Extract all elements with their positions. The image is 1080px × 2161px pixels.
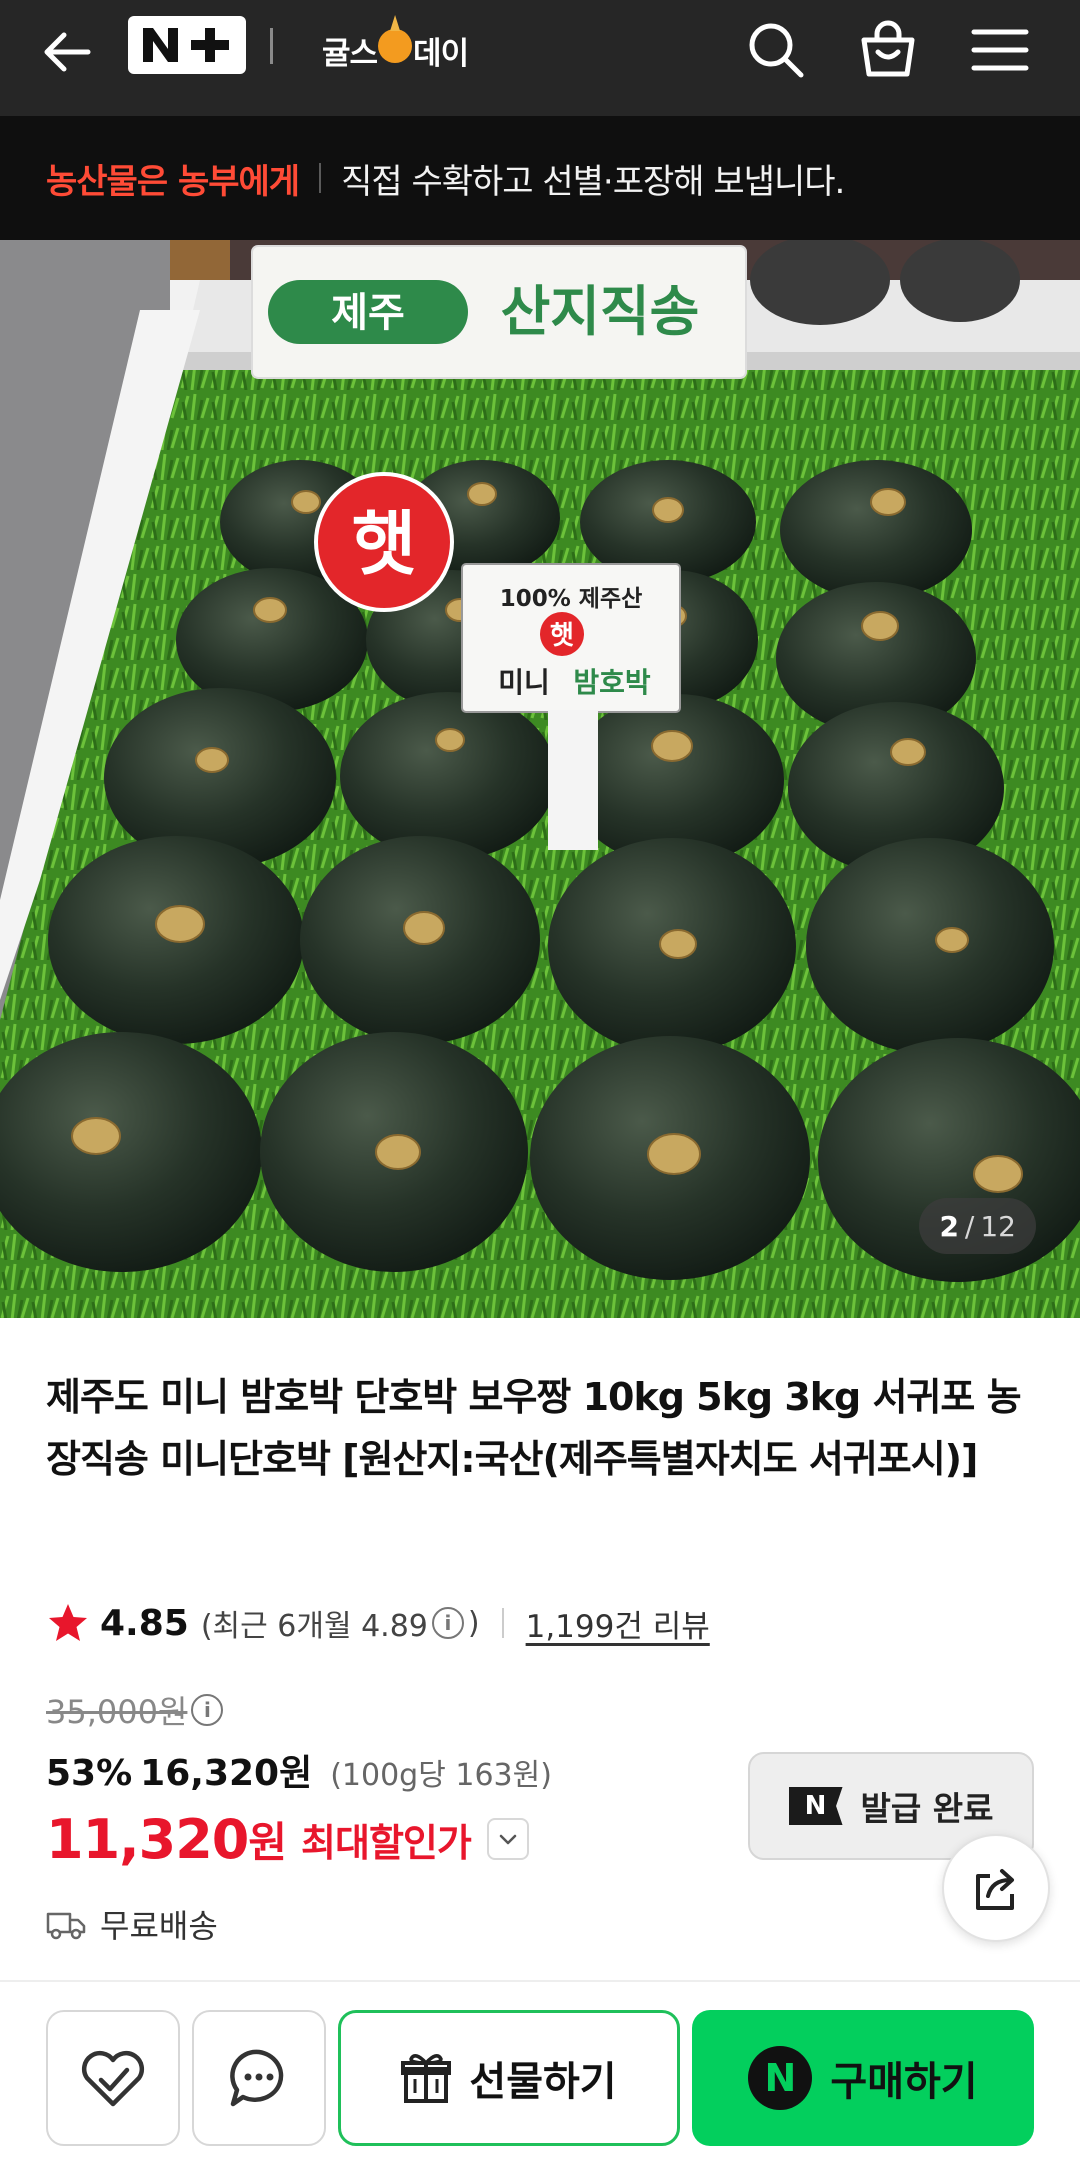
review-count-link[interactable]: 1,199건 리뷰 xyxy=(526,1601,710,1646)
bottom-bar-divider xyxy=(0,1980,1080,1982)
small-sign-badge: 햇 xyxy=(550,621,574,651)
pager-total: 12 xyxy=(980,1209,1016,1243)
talktalk-button[interactable] xyxy=(192,2010,326,2146)
original-price-row: 35,000원 i xyxy=(46,1686,227,1734)
buy-button[interactable]: N 구매하기 xyxy=(692,2010,1034,2146)
gift-button[interactable]: 선물하기 xyxy=(338,2010,680,2146)
back-button[interactable] xyxy=(38,22,98,82)
menu-button[interactable] xyxy=(964,14,1036,86)
rating-recent: (최근 6개월 4.89 xyxy=(200,1609,428,1644)
header-divider xyxy=(270,28,273,64)
final-price-row: 11,320 원 최대할인가 xyxy=(46,1806,529,1872)
rating-row: 4.85 (최근 6개월 4.89 i ) 1,199건 리뷰 xyxy=(46,1596,710,1650)
hamburger-menu-icon xyxy=(971,29,1029,71)
discount-percent: 53% xyxy=(46,1753,133,1794)
rating-score: 4.85 xyxy=(100,1602,189,1644)
search-icon xyxy=(749,23,804,78)
max-discount-label: 최대할인가 xyxy=(301,1820,472,1865)
final-price: 11,320 xyxy=(46,1807,249,1871)
naver-coupon-icon: N xyxy=(788,1787,843,1825)
tangerine-icon xyxy=(378,29,413,63)
small-sign-line2a: 미니 xyxy=(498,666,550,699)
product-image-carousel[interactable]: 제주 산지직송 햇 100% 제주산 햇 미니 밤호박 2 / 12 xyxy=(0,240,1080,1318)
shipping-text: 무료배송 xyxy=(100,1907,218,1945)
share-icon xyxy=(976,1869,1014,1910)
buy-label: 구매하기 xyxy=(830,2059,978,2105)
sign-main-left: 제주 xyxy=(331,290,405,336)
coupon-label: 발급 완료 xyxy=(860,1789,994,1828)
gift-label: 선물하기 xyxy=(469,2059,617,2105)
discount-row: 53% 16,320원 (100g당 163원) xyxy=(46,1744,552,1800)
notice-accent: 농산물은 농부에게 xyxy=(46,161,300,202)
share-button[interactable] xyxy=(942,1834,1050,1942)
star-icon xyxy=(49,1604,87,1641)
product-title: 제주도 미니 밤호박 단호박 보우짱 10kg 5kg 3kg 서귀포 농장직송… xyxy=(46,1375,1022,1481)
final-price-currency: 원 xyxy=(248,1817,288,1867)
wishlist-button[interactable] xyxy=(46,2010,180,2146)
original-price: 35,000원 xyxy=(46,1693,188,1731)
gift-icon xyxy=(401,2054,452,2103)
heart-check-icon xyxy=(81,2050,145,2107)
price-info-icon[interactable]: i xyxy=(191,1694,224,1726)
arrow-left-icon xyxy=(44,32,91,72)
store-brand-logo[interactable]: 귤스 데이 xyxy=(322,20,469,80)
rating-recent-close: ) xyxy=(467,1605,480,1641)
rating-info-icon[interactable]: i xyxy=(431,1607,464,1639)
brand-text-left: 귤스 xyxy=(322,35,378,72)
rating-divider xyxy=(501,1608,504,1638)
chevron-down-icon xyxy=(499,1834,517,1845)
small-sign-line1: 100% 제주산 xyxy=(500,586,643,612)
discount-detail-toggle[interactable] xyxy=(486,1818,529,1860)
unit-price: (100g당 163원) xyxy=(330,1758,552,1793)
chat-bubble-icon xyxy=(230,2049,284,2107)
pager-separator: / xyxy=(964,1209,975,1243)
pager-current: 2 xyxy=(939,1209,959,1243)
round-tag-text: 햇 xyxy=(352,503,416,585)
cart-button[interactable] xyxy=(852,14,924,86)
brand-text-right: 데이 xyxy=(413,35,469,72)
top-header: 귤스 데이 xyxy=(0,0,1080,116)
product-photo-pumpkins: 제주 산지직송 햇 100% 제주산 햇 미니 밤호박 xyxy=(0,240,1080,1318)
search-button[interactable] xyxy=(740,14,812,86)
sign-main-right: 산지직송 xyxy=(501,280,700,343)
truck-icon xyxy=(46,1912,86,1940)
image-pager: 2 / 12 xyxy=(919,1198,1036,1254)
store-notice-banner: 농산물은 농부에게 직접 수확하고 선별·포장해 보냅니다. xyxy=(0,116,1080,240)
discount-price: 16,320원 xyxy=(140,1753,313,1794)
shipping-row: 무료배송 xyxy=(46,1896,218,1952)
naver-pay-icon: N xyxy=(748,2046,813,2110)
shopping-bag-icon xyxy=(861,20,915,77)
small-sign-line2b: 밤호박 xyxy=(573,666,651,699)
notice-divider xyxy=(319,163,322,193)
store-badge[interactable] xyxy=(128,16,246,74)
notice-message: 직접 수확하고 선별·포장해 보냅니다. xyxy=(341,161,845,202)
n-plus-logo xyxy=(143,22,229,68)
